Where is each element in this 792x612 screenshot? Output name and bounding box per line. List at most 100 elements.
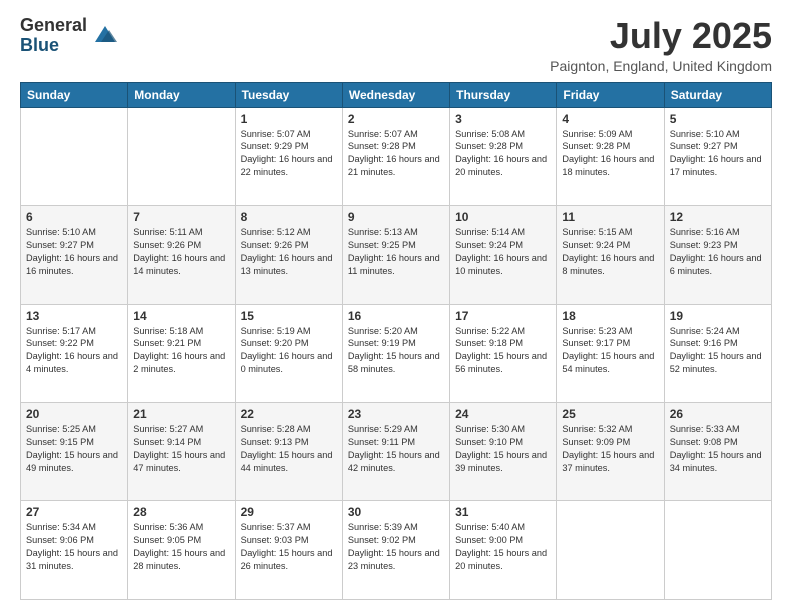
- table-row: 5 Sunrise: 5:10 AM Sunset: 9:27 PM Daylig…: [664, 107, 771, 205]
- day-info: Sunrise: 5:23 AM Sunset: 9:17 PM Dayligh…: [562, 325, 658, 377]
- calendar-header-row: Sunday Monday Tuesday Wednesday Thursday…: [21, 82, 772, 107]
- day-info: Sunrise: 5:14 AM Sunset: 9:24 PM Dayligh…: [455, 226, 551, 278]
- day-number: 12: [670, 210, 766, 224]
- table-row: 15 Sunrise: 5:19 AM Sunset: 9:20 PM Dayli…: [235, 304, 342, 402]
- day-number: 6: [26, 210, 122, 224]
- day-info: Sunrise: 5:30 AM Sunset: 9:10 PM Dayligh…: [455, 423, 551, 475]
- table-row: 10 Sunrise: 5:14 AM Sunset: 9:24 PM Dayli…: [450, 206, 557, 304]
- day-number: 14: [133, 309, 229, 323]
- table-row: 6 Sunrise: 5:10 AM Sunset: 9:27 PM Daylig…: [21, 206, 128, 304]
- day-info: Sunrise: 5:40 AM Sunset: 9:00 PM Dayligh…: [455, 521, 551, 573]
- day-number: 10: [455, 210, 551, 224]
- table-row: 7 Sunrise: 5:11 AM Sunset: 9:26 PM Daylig…: [128, 206, 235, 304]
- header: General Blue July 2025 Paignton, England…: [20, 16, 772, 74]
- day-number: 21: [133, 407, 229, 421]
- day-info: Sunrise: 5:18 AM Sunset: 9:21 PM Dayligh…: [133, 325, 229, 377]
- day-info: Sunrise: 5:11 AM Sunset: 9:26 PM Dayligh…: [133, 226, 229, 278]
- table-row: 28 Sunrise: 5:36 AM Sunset: 9:05 PM Dayli…: [128, 501, 235, 600]
- table-row: 11Sunrise: 5:15 AM Sunset: 9:24 PM Dayli…: [557, 206, 664, 304]
- day-info: Sunrise: 5:17 AM Sunset: 9:22 PM Dayligh…: [26, 325, 122, 377]
- header-tuesday: Tuesday: [235, 82, 342, 107]
- table-row: 16 Sunrise: 5:20 AM Sunset: 9:19 PM Dayli…: [342, 304, 449, 402]
- day-number: 20: [26, 407, 122, 421]
- day-info: Sunrise: 5:10 AM Sunset: 9:27 PM Dayligh…: [670, 128, 766, 180]
- day-number: 24: [455, 407, 551, 421]
- table-row: [557, 501, 664, 600]
- header-saturday: Saturday: [664, 82, 771, 107]
- table-row: 14 Sunrise: 5:18 AM Sunset: 9:21 PM Dayli…: [128, 304, 235, 402]
- day-info: Sunrise: 5:33 AM Sunset: 9:08 PM Dayligh…: [670, 423, 766, 475]
- day-number: 8: [241, 210, 337, 224]
- day-info: Sunrise: 5:07 AM Sunset: 9:29 PM Dayligh…: [241, 128, 337, 180]
- day-info: Sunrise: 5:25 AM Sunset: 9:15 PM Dayligh…: [26, 423, 122, 475]
- calendar-week-row: 13 Sunrise: 5:17 AM Sunset: 9:22 PM Dayli…: [21, 304, 772, 402]
- day-info: Sunrise: 5:09 AM Sunset: 9:28 PM Dayligh…: [562, 128, 658, 180]
- table-row: 12Sunrise: 5:16 AM Sunset: 9:23 PM Dayli…: [664, 206, 771, 304]
- table-row: 31Sunrise: 5:40 AM Sunset: 9:00 PM Dayli…: [450, 501, 557, 600]
- table-row: 4 Sunrise: 5:09 AM Sunset: 9:28 PM Daylig…: [557, 107, 664, 205]
- table-row: 2Sunrise: 5:07 AM Sunset: 9:28 PM Daylig…: [342, 107, 449, 205]
- day-info: Sunrise: 5:29 AM Sunset: 9:11 PM Dayligh…: [348, 423, 444, 475]
- day-number: 4: [562, 112, 658, 126]
- day-info: Sunrise: 5:10 AM Sunset: 9:27 PM Dayligh…: [26, 226, 122, 278]
- table-row: 30Sunrise: 5:39 AM Sunset: 9:02 PM Dayli…: [342, 501, 449, 600]
- day-number: 25: [562, 407, 658, 421]
- logo: General Blue: [20, 16, 119, 56]
- day-info: Sunrise: 5:24 AM Sunset: 9:16 PM Dayligh…: [670, 325, 766, 377]
- calendar-week-row: 6 Sunrise: 5:10 AM Sunset: 9:27 PM Daylig…: [21, 206, 772, 304]
- day-number: 22: [241, 407, 337, 421]
- day-number: 5: [670, 112, 766, 126]
- day-number: 27: [26, 505, 122, 519]
- day-number: 28: [133, 505, 229, 519]
- table-row: [664, 501, 771, 600]
- calendar-table: Sunday Monday Tuesday Wednesday Thursday…: [20, 82, 772, 600]
- table-row: 1Sunrise: 5:07 AM Sunset: 9:29 PM Daylig…: [235, 107, 342, 205]
- calendar-week-row: 27 Sunrise: 5:34 AM Sunset: 9:06 PM Dayli…: [21, 501, 772, 600]
- table-row: 8Sunrise: 5:12 AM Sunset: 9:26 PM Daylig…: [235, 206, 342, 304]
- table-row: 13 Sunrise: 5:17 AM Sunset: 9:22 PM Dayli…: [21, 304, 128, 402]
- day-info: Sunrise: 5:32 AM Sunset: 9:09 PM Dayligh…: [562, 423, 658, 475]
- header-friday: Friday: [557, 82, 664, 107]
- day-number: 26: [670, 407, 766, 421]
- day-info: Sunrise: 5:20 AM Sunset: 9:19 PM Dayligh…: [348, 325, 444, 377]
- day-info: Sunrise: 5:22 AM Sunset: 9:18 PM Dayligh…: [455, 325, 551, 377]
- day-info: Sunrise: 5:34 AM Sunset: 9:06 PM Dayligh…: [26, 521, 122, 573]
- table-row: 26 Sunrise: 5:33 AM Sunset: 9:08 PM Dayli…: [664, 403, 771, 501]
- calendar-week-row: 20 Sunrise: 5:25 AM Sunset: 9:15 PM Dayli…: [21, 403, 772, 501]
- table-row: [21, 107, 128, 205]
- table-row: 24 Sunrise: 5:30 AM Sunset: 9:10 PM Dayli…: [450, 403, 557, 501]
- calendar-week-row: 1Sunrise: 5:07 AM Sunset: 9:29 PM Daylig…: [21, 107, 772, 205]
- day-number: 9: [348, 210, 444, 224]
- header-sunday: Sunday: [21, 82, 128, 107]
- day-number: 3: [455, 112, 551, 126]
- table-row: [128, 107, 235, 205]
- day-number: 30: [348, 505, 444, 519]
- table-row: 29Sunrise: 5:37 AM Sunset: 9:03 PM Dayli…: [235, 501, 342, 600]
- day-number: 13: [26, 309, 122, 323]
- day-number: 19: [670, 309, 766, 323]
- header-monday: Monday: [128, 82, 235, 107]
- day-info: Sunrise: 5:28 AM Sunset: 9:13 PM Dayligh…: [241, 423, 337, 475]
- table-row: 27 Sunrise: 5:34 AM Sunset: 9:06 PM Dayli…: [21, 501, 128, 600]
- day-number: 23: [348, 407, 444, 421]
- table-row: 23 Sunrise: 5:29 AM Sunset: 9:11 PM Dayli…: [342, 403, 449, 501]
- day-number: 16: [348, 309, 444, 323]
- logo-icon: [91, 20, 119, 48]
- table-row: 20 Sunrise: 5:25 AM Sunset: 9:15 PM Dayli…: [21, 403, 128, 501]
- table-row: 3 Sunrise: 5:08 AM Sunset: 9:28 PM Daylig…: [450, 107, 557, 205]
- day-number: 7: [133, 210, 229, 224]
- header-wednesday: Wednesday: [342, 82, 449, 107]
- header-thursday: Thursday: [450, 82, 557, 107]
- day-info: Sunrise: 5:37 AM Sunset: 9:03 PM Dayligh…: [241, 521, 337, 573]
- day-info: Sunrise: 5:19 AM Sunset: 9:20 PM Dayligh…: [241, 325, 337, 377]
- day-number: 17: [455, 309, 551, 323]
- table-row: 25 Sunrise: 5:32 AM Sunset: 9:09 PM Dayli…: [557, 403, 664, 501]
- day-number: 15: [241, 309, 337, 323]
- day-info: Sunrise: 5:13 AM Sunset: 9:25 PM Dayligh…: [348, 226, 444, 278]
- day-info: Sunrise: 5:08 AM Sunset: 9:28 PM Dayligh…: [455, 128, 551, 180]
- day-info: Sunrise: 5:36 AM Sunset: 9:05 PM Dayligh…: [133, 521, 229, 573]
- location: Paignton, England, United Kingdom: [550, 58, 772, 74]
- table-row: 19 Sunrise: 5:24 AM Sunset: 9:16 PM Dayli…: [664, 304, 771, 402]
- table-row: 21Sunrise: 5:27 AM Sunset: 9:14 PM Dayli…: [128, 403, 235, 501]
- month-title: July 2025: [550, 16, 772, 56]
